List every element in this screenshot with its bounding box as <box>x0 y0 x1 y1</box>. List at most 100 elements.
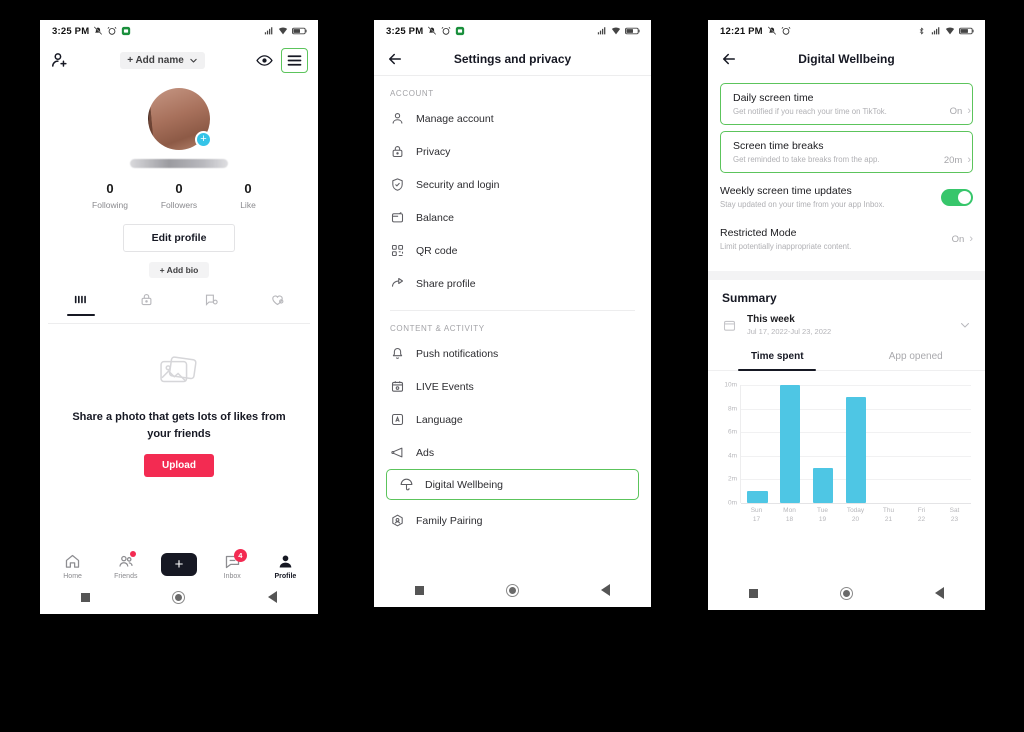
weekly-updates-toggle[interactable] <box>941 188 973 206</box>
chart-bar-slot[interactable] <box>774 385 807 503</box>
stat-following[interactable]: 0 Following <box>76 181 145 210</box>
chart-bar-slot[interactable] <box>938 385 971 503</box>
hamburger-menu-icon <box>286 52 303 69</box>
chart-x-date: 22 <box>917 515 926 523</box>
wifi-icon <box>945 26 955 36</box>
nav-item-create[interactable]: + <box>152 553 205 580</box>
section-spacer <box>708 271 985 280</box>
chart-bar[interactable] <box>812 467 834 503</box>
back-button-icon[interactable] <box>267 591 277 603</box>
stat-likes[interactable]: 0 Like <box>214 181 283 210</box>
setting-subtitle: Get notified if you reach your time on T… <box>733 107 887 116</box>
bluetooth-icon <box>917 26 927 36</box>
page-title: Settings and privacy <box>453 51 572 66</box>
recents-button-icon[interactable] <box>749 588 758 598</box>
chevron-down-icon[interactable] <box>959 319 971 331</box>
settings-item-ads[interactable]: Ads <box>374 436 651 469</box>
chart-bar[interactable] <box>747 491 768 503</box>
settings-item-security-login[interactable]: Security and login <box>374 168 651 201</box>
setting-daily-screen-time-value-group[interactable]: On › <box>950 106 971 118</box>
tab-reposts[interactable] <box>179 292 245 323</box>
chart-x-tick: Tue 19 <box>806 507 839 525</box>
stat-followers[interactable]: 0 Followers <box>145 181 214 210</box>
tab-private[interactable] <box>114 292 180 323</box>
recents-button-icon[interactable] <box>81 592 91 602</box>
settings-item-push-notifications[interactable]: Push notifications <box>374 337 651 370</box>
nav-item-profile[interactable]: Profile <box>259 553 312 580</box>
summary-period-selector[interactable]: This week Jul 17, 2022-Jul 23, 2022 <box>708 311 985 344</box>
add-person-icon[interactable] <box>50 51 69 70</box>
chart-x-tick: Fri 22 <box>905 507 938 525</box>
chart-bar-slot[interactable] <box>741 385 774 503</box>
android-nav-bar <box>374 573 651 607</box>
android-nav-bar <box>40 580 318 614</box>
settings-item-digital-wellbeing-highlight[interactable]: Digital Wellbeing <box>386 469 639 500</box>
home-button-icon[interactable] <box>506 583 519 597</box>
settings-item-label: Push notifications <box>416 347 499 360</box>
settings-item-live-events[interactable]: LIVE Events <box>374 370 651 403</box>
status-clock: 3:25 PM <box>52 25 90 37</box>
settings-item-manage-account[interactable]: Manage account <box>374 102 651 135</box>
nav-item-home[interactable]: Home <box>46 553 99 580</box>
settings-item-qr-code[interactable]: QR code <box>374 234 651 267</box>
setting-daily-screen-time[interactable]: Daily screen time Get notified if you re… <box>721 84 972 124</box>
status-bar: 12:21 PM <box>708 20 985 42</box>
nav-item-friends[interactable]: Friends <box>99 551 152 580</box>
setting-restricted-mode[interactable]: Restricted Mode Limit potentially inappr… <box>708 217 985 259</box>
upload-button[interactable]: Upload <box>144 454 214 477</box>
chart-bar-slot[interactable] <box>872 385 905 503</box>
empty-state: Share a photo that gets lots of likes fr… <box>40 324 318 477</box>
avatar[interactable]: + <box>148 88 212 150</box>
eye-icon[interactable] <box>256 52 273 69</box>
setting-screen-time-breaks[interactable]: Screen time breaks Get reminded to take … <box>721 132 972 172</box>
settings-item-privacy[interactable]: Privacy <box>374 135 651 168</box>
family-pairing-icon <box>390 513 405 528</box>
chart-x-day: Sun <box>750 507 763 514</box>
chart-x-date: 18 <box>785 515 794 523</box>
restricted-mode-value-group[interactable]: On › <box>952 233 973 245</box>
settings-item-label: Ads <box>416 446 435 459</box>
add-name-button[interactable]: + Add name <box>120 51 205 69</box>
back-button-icon[interactable] <box>935 587 944 599</box>
tab-liked[interactable] <box>245 292 311 323</box>
chart-bar-slot[interactable] <box>807 385 840 503</box>
settings-item-label: QR code <box>416 244 458 257</box>
app-icon <box>455 26 465 36</box>
back-button-icon[interactable] <box>601 584 610 596</box>
avatar-add-badge[interactable]: + <box>195 131 212 148</box>
setting-screen-time-breaks-highlight[interactable]: Screen time breaks Get reminded to take … <box>720 131 973 173</box>
tab-posts[interactable] <box>48 292 114 323</box>
settings-item-balance[interactable]: Balance <box>374 201 651 234</box>
chart-y-tick: 2m <box>727 475 737 483</box>
tab-time-spent[interactable]: Time spent <box>708 344 847 370</box>
create-plus-icon[interactable]: + <box>157 553 201 576</box>
chart-bar[interactable] <box>780 385 801 503</box>
signal-icon <box>931 26 941 36</box>
add-bio-button[interactable]: + Add bio <box>149 262 209 278</box>
settings-item-family-pairing[interactable]: Family Pairing <box>374 504 651 537</box>
setting-value: 20m <box>943 155 963 166</box>
tab-app-opened[interactable]: App opened <box>847 344 986 370</box>
chart-bars <box>741 385 971 503</box>
home-button-icon[interactable] <box>840 586 853 600</box>
chart-bar[interactable] <box>845 396 867 503</box>
chart-y-tick: 8m <box>727 405 737 413</box>
wallet-icon <box>390 210 405 225</box>
settings-item-label: LIVE Events <box>416 380 474 393</box>
setting-daily-screen-time-highlight[interactable]: Daily screen time Get notified if you re… <box>720 83 973 125</box>
setting-screen-time-breaks-value-group[interactable]: 20m › <box>943 155 971 167</box>
chart-bar-slot[interactable] <box>840 385 873 503</box>
setting-weekly-updates[interactable]: Weekly screen time updates Stay updated … <box>708 173 985 217</box>
chart-bar-slot[interactable] <box>905 385 938 503</box>
summary-period-name: This week <box>747 314 795 325</box>
settings-item-share-profile[interactable]: Share profile <box>374 267 651 300</box>
settings-item-digital-wellbeing[interactable]: Digital Wellbeing <box>391 470 638 499</box>
screen-time-chart: 0m 2m 4m 6m 8m 10m Sun 17 Mon 18 Tue 19 Today 20 Thu 2… <box>708 371 985 529</box>
home-button-icon[interactable] <box>172 590 186 604</box>
profile-icon <box>277 553 294 570</box>
settings-item-language[interactable]: Language <box>374 403 651 436</box>
nav-item-inbox[interactable]: 4 Inbox <box>206 549 259 580</box>
edit-profile-button[interactable]: Edit profile <box>123 224 235 252</box>
recents-button-icon[interactable] <box>415 585 424 595</box>
hamburger-menu-button[interactable] <box>281 47 308 73</box>
